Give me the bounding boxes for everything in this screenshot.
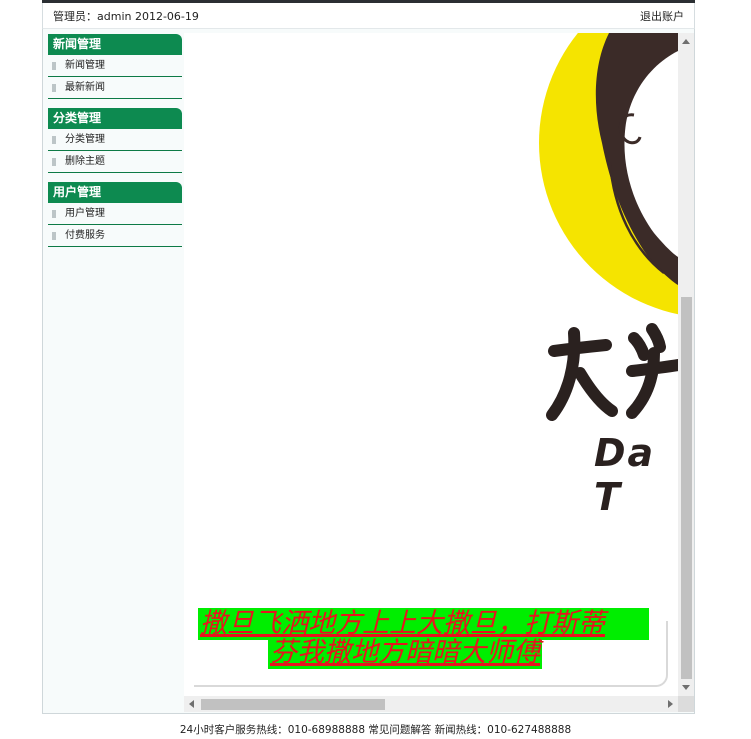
sidebar-item-category-manage[interactable]: 分类管理: [48, 129, 182, 151]
sidebar-item-label: 付费服务: [65, 230, 105, 241]
grip-icon: [52, 210, 56, 218]
sidebar-item-latest-news[interactable]: 最新新闻: [48, 77, 182, 99]
header-bar: 管理员：admin 2012-06-19 退出账户: [42, 3, 695, 28]
sidebar-item-label: 分类管理: [65, 134, 105, 145]
sidebar-item-delete-topic[interactable]: 删除主题: [48, 151, 182, 173]
horizontal-scrollbar[interactable]: [184, 696, 678, 712]
sidebar-group-title[interactable]: 分类管理: [48, 108, 182, 129]
grip-icon: [52, 158, 56, 166]
main-frame: 新闻管理 新闻管理 最新新闻 分类管理 分类管理 删除主题 用户管理 用户管理 …: [42, 28, 695, 714]
marquee-line-2: 芬我撒地方暗暗大师傅: [268, 637, 542, 669]
vertical-scroll-thumb[interactable]: [681, 297, 692, 679]
sidebar-group-news: 新闻管理 新闻管理 最新新闻: [48, 34, 182, 99]
marquee-line-1: 撒旦飞洒地方上上大撒旦，打斯蒂: [198, 608, 649, 640]
logo-text-en: Da T: [594, 431, 656, 519]
logo-char-da: [546, 327, 618, 421]
sidebar-item-user-manage[interactable]: 用户管理: [48, 203, 182, 225]
footer-info: 24小时客户服务热线：010-68988888 常见问题解答 新闻热线：010-…: [179, 724, 572, 736]
grip-icon: [52, 84, 56, 92]
sidebar-item-label: 新闻管理: [65, 60, 105, 71]
sidebar: 新闻管理 新闻管理 最新新闻 分类管理 分类管理 删除主题 用户管理 用户管理 …: [48, 34, 182, 256]
sidebar-item-label: 用户管理: [65, 208, 105, 219]
sidebar-item-news-manage[interactable]: 新闻管理: [48, 55, 182, 77]
sidebar-group-category: 分类管理 分类管理 删除主题: [48, 108, 182, 173]
arrow-right-icon[interactable]: [668, 700, 673, 708]
logout-link[interactable]: 退出账户: [640, 8, 684, 24]
sidebar-item-paid-service[interactable]: 付费服务: [48, 225, 182, 247]
grip-icon: [52, 232, 56, 240]
sidebar-item-label: 最新新闻: [65, 82, 105, 93]
arrow-left-icon[interactable]: [189, 700, 194, 708]
arrow-down-icon[interactable]: [682, 685, 690, 690]
vertical-scrollbar[interactable]: [678, 33, 694, 696]
sidebar-group-title[interactable]: 新闻管理: [48, 34, 182, 55]
sidebar-item-label: 删除主题: [65, 156, 105, 167]
content-iframe: Da T 撒旦飞洒地方上上大撒旦，打斯蒂 芬我撒地方暗暗大师傅: [184, 33, 694, 712]
sidebar-group-users: 用户管理 用户管理 付费服务: [48, 182, 182, 247]
content-viewport: Da T 撒旦飞洒地方上上大撒旦，打斯蒂 芬我撒地方暗暗大师傅: [184, 33, 678, 696]
sidebar-group-title[interactable]: 用户管理: [48, 182, 182, 203]
horizontal-scroll-thumb[interactable]: [201, 699, 385, 710]
admin-info: 管理员：admin 2012-06-19: [53, 10, 199, 23]
scrollbar-corner: [678, 696, 694, 712]
grip-icon: [52, 136, 56, 144]
logo-char-tou: [626, 323, 678, 419]
grip-icon: [52, 62, 56, 70]
arrow-up-icon[interactable]: [682, 39, 690, 44]
